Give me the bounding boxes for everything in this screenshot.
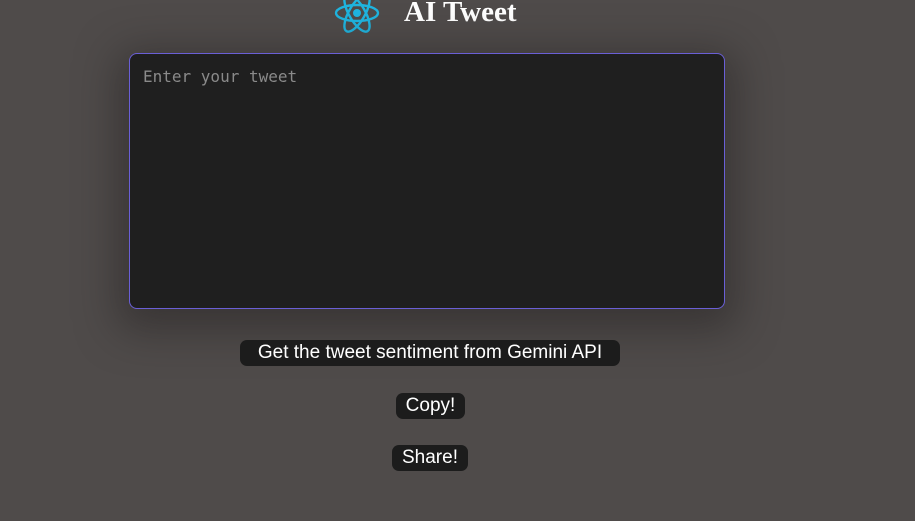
- copy-button[interactable]: Copy!: [396, 393, 465, 419]
- app-header: AI Tweet: [0, 0, 915, 33]
- get-sentiment-button[interactable]: Get the tweet sentiment from Gemini API: [240, 340, 620, 366]
- react-atom-icon: [334, 0, 380, 33]
- tweet-input[interactable]: [129, 53, 725, 309]
- share-button[interactable]: Share!: [392, 445, 468, 471]
- page-title: AI Tweet: [404, 0, 517, 28]
